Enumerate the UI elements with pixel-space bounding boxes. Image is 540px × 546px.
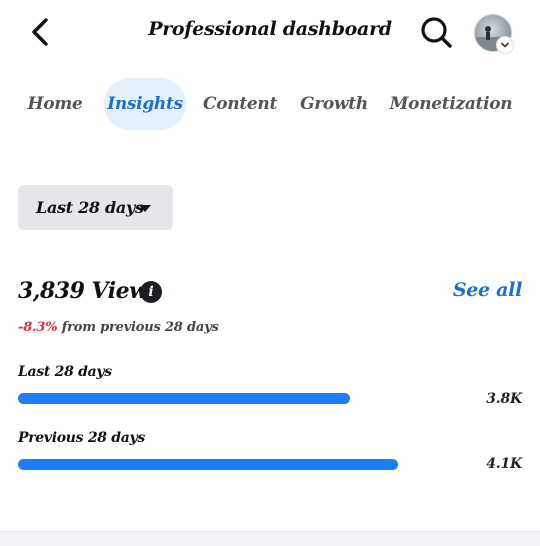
bar-label-previous-28-days: Previous 28 days xyxy=(18,430,145,446)
tab-bar: Home Insights Content Growth Monetizatio… xyxy=(0,76,540,132)
search-icon xyxy=(421,17,452,48)
tab-home[interactable]: Home xyxy=(20,78,90,130)
info-icon[interactable]: i xyxy=(140,281,162,303)
date-range-label: Last 28 days xyxy=(36,198,144,217)
tab-content[interactable]: Content xyxy=(203,78,277,130)
avatar-chevron xyxy=(496,36,514,54)
views-heading: 3,839 Views xyxy=(18,278,160,304)
change-percentage: -8.3% xyxy=(18,320,58,335)
search-button[interactable] xyxy=(418,14,454,50)
section-divider xyxy=(0,531,540,546)
bar-track-previous-28-days xyxy=(18,459,398,470)
tab-insights[interactable]: Insights xyxy=(104,78,186,130)
change-description: from previous 28 days xyxy=(57,320,219,335)
tab-growth[interactable]: Growth xyxy=(294,78,374,130)
caret-down-icon xyxy=(139,205,151,212)
see-all-link[interactable]: See all xyxy=(453,279,522,301)
date-range-dropdown[interactable]: Last 28 days xyxy=(18,185,173,230)
bar-fill-previous-28-days xyxy=(18,459,398,470)
bar-value-previous-28-days: 4.1K xyxy=(486,456,522,472)
tab-monetization[interactable]: Monetization xyxy=(390,78,513,130)
bar-label-last-28-days: Last 28 days xyxy=(18,364,112,380)
page-title: Professional dashboard xyxy=(148,18,392,40)
bar-fill-last-28-days xyxy=(18,393,350,404)
chevron-down-icon xyxy=(501,42,509,48)
bar-track-last-28-days xyxy=(18,393,398,404)
bar-value-last-28-days: 3.8K xyxy=(486,391,522,407)
profile-avatar-button[interactable] xyxy=(474,14,514,54)
top-bar: Professional dashboard xyxy=(0,0,540,64)
views-change: -8.3% from previous 28 days xyxy=(18,320,219,335)
